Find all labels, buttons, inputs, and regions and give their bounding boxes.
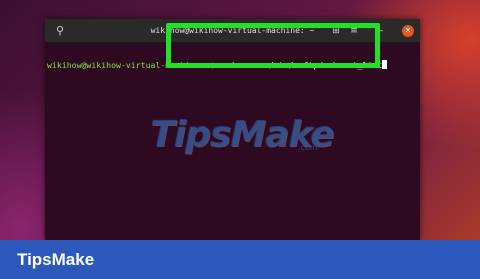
watermark: TipsMake .com [150,113,334,163]
text-cursor [382,60,388,69]
close-icon[interactable]: ✕ [402,25,414,37]
footer-bar: TipsMake [0,240,480,279]
footer-brand: TipsMake [17,250,95,269]
command-highlight-box [166,23,380,68]
watermark-suffix: .com [298,143,318,152]
